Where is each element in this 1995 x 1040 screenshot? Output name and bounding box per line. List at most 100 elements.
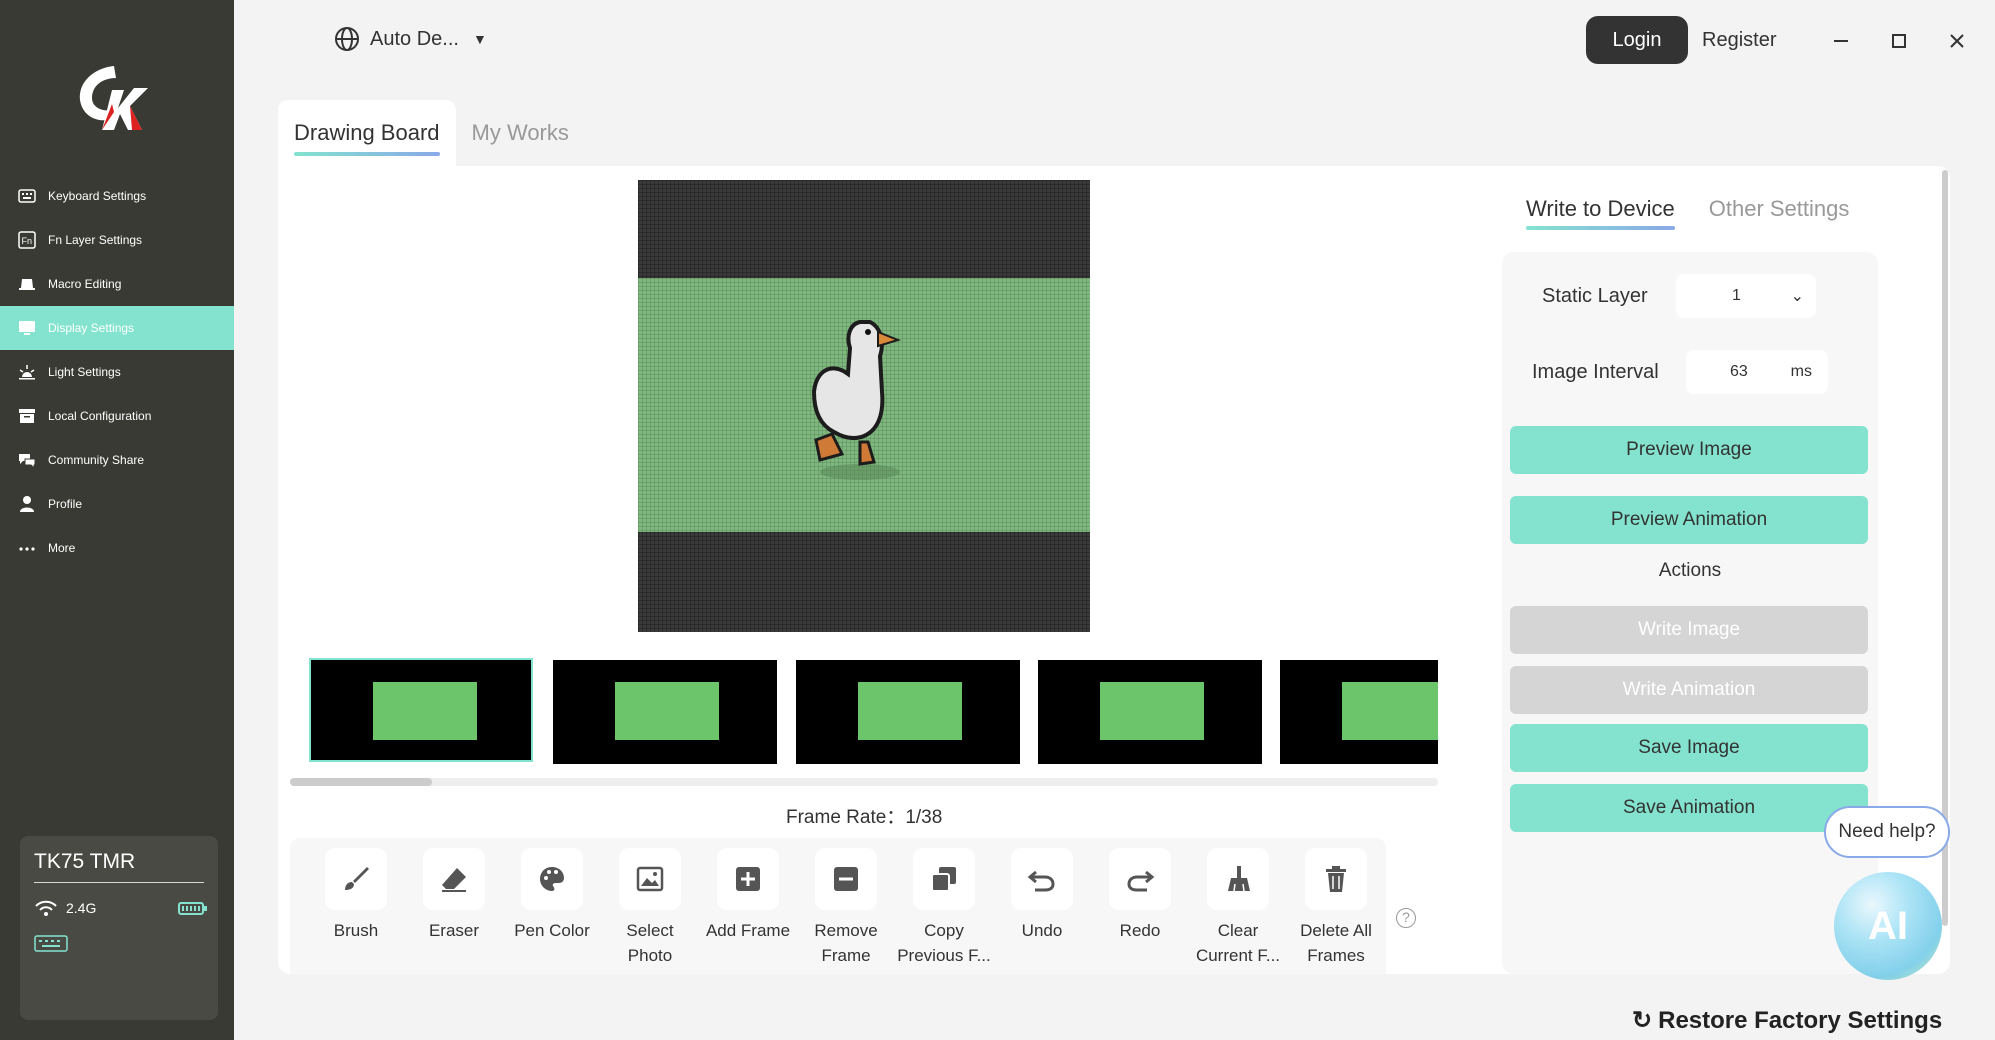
eraser-icon [442,868,466,892]
copy-icon [931,867,956,892]
svg-text:Fn: Fn [22,236,33,246]
brush-tool-button[interactable]: Brush [308,848,404,974]
frame-preview [373,682,477,740]
tab-drawing-board[interactable]: Drawing Board [278,100,456,166]
sidebar-item-label: Keyboard Settings [48,189,147,203]
redo-icon [1127,870,1155,892]
undo-button[interactable]: Undo [994,848,1090,974]
sidebar-item-label: Macro Editing [48,277,122,291]
brush-icon [345,867,369,890]
eraser-tool-button[interactable]: Eraser [406,848,502,974]
ai-assistant-button[interactable]: AI [1834,872,1942,980]
sidebar-item-community-share[interactable]: Community Share [0,438,234,482]
scrollbar-thumb[interactable] [290,778,432,786]
frame-strip-scrollbar[interactable] [290,778,1438,786]
right-tabs: Write to Device Other Settings [1526,196,1883,230]
write-animation-button[interactable]: Write Animation [1510,666,1868,714]
frame-thumbnail[interactable] [796,660,1020,764]
frame-rate-label: Frame Rate： [786,807,906,828]
battery-icon [178,901,207,915]
sidebar-item-local-configuration[interactable]: Local Configuration [0,394,234,438]
tool-label: Remove Frame [814,921,878,965]
frame-thumbnail[interactable] [1280,660,1438,764]
sidebar-item-display-settings[interactable]: Display Settings [0,306,234,350]
select-photo-button[interactable]: Select Photo [602,848,698,974]
tab-write-to-device[interactable]: Write to Device [1526,196,1675,230]
preview-animation-button[interactable]: Preview Animation [1510,496,1868,544]
tool-label: Delete All Frames [1300,921,1372,965]
question-icon[interactable]: ? [1396,908,1416,928]
restore-factory-settings-button[interactable]: ↻ Restore Factory Settings [1632,1006,1942,1035]
delete-all-frames-button[interactable]: Delete All Frames [1288,848,1384,974]
archive-icon [18,407,36,425]
frame-preview [615,682,719,740]
tool-label: Redo [1119,921,1161,940]
chevron-down-icon: ⌄ [1790,288,1804,305]
static-layer-select[interactable]: 1 ⌄ [1676,274,1816,318]
sidebar-item-more[interactable]: More [0,526,234,570]
add-frame-button[interactable]: Add Frame [700,848,796,974]
goose-pixel-art [811,320,902,480]
sidebar-item-keyboard-settings[interactable]: Keyboard Settings [0,174,234,218]
frame-preview [858,682,962,740]
register-button[interactable]: Register [1702,16,1776,64]
frame-thumbnail[interactable] [309,658,533,762]
image-interval-value: 63 [1730,363,1748,380]
sidebar-item-label: Fn Layer Settings [48,233,143,247]
image-interval-input[interactable]: 63 ms [1686,350,1828,394]
language-selector[interactable]: Auto De... ▼ [334,26,487,52]
preview-image-button[interactable]: Preview Image [1510,426,1868,474]
refresh-icon: ↻ [1632,1007,1653,1034]
write-image-button[interactable]: Write Image [1510,606,1868,654]
undo-icon [1027,870,1055,892]
save-animation-button[interactable]: Save Animation [1510,784,1868,832]
panel-scrollbar[interactable] [1942,170,1948,926]
image-icon [636,866,664,892]
tab-other-settings[interactable]: Other Settings [1709,196,1850,230]
sidebar-item-light-settings[interactable]: Light Settings [0,350,234,394]
connection-label: 2.4G [66,900,97,916]
restore-label: Restore Factory Settings [1658,1006,1943,1034]
more-icon [18,539,36,557]
sidebar-item-fn-layer-settings[interactable]: Fn Fn Layer Settings [0,218,234,262]
frame-preview [1342,682,1438,740]
drawing-toolbar: Brush Eraser Pen Color Select Photo Add … [290,838,1386,974]
sidebar: Keyboard Settings Fn Fn Layer Settings M… [0,0,234,1040]
clear-current-frame-button[interactable]: Clear Current F... [1190,848,1286,974]
tool-label: Undo [1021,921,1063,940]
user-icon [18,495,36,513]
frame-thumbnail[interactable] [553,660,777,764]
save-image-button[interactable]: Save Image [1510,724,1868,772]
tool-label: Eraser [428,921,480,940]
minus-icon [834,867,858,891]
tool-label: Clear Current F... [1195,921,1281,965]
trash-icon [1326,866,1346,892]
frame-rate: Frame Rate：1/38 [786,802,942,829]
wifi-icon [35,900,57,916]
macro-icon [18,275,36,293]
keyboard-icon [18,187,36,205]
maximize-icon[interactable] [1884,26,1914,56]
drawing-canvas[interactable] [638,180,1090,632]
caret-down-icon: ▼ [472,31,487,47]
remove-frame-button[interactable]: Remove Frame [798,848,894,974]
device-name: TK75 TMR [34,850,204,883]
frame-rate-value: 1/38 [905,807,943,828]
minimize-icon[interactable] [1826,26,1856,56]
app-window: Keyboard Settings Fn Fn Layer Settings M… [0,0,1995,1040]
sidebar-item-macro-editing[interactable]: Macro Editing [0,262,234,306]
chat-icon [18,451,36,469]
static-layer-value: 1 [1732,287,1741,304]
device-connection: 2.4G [34,899,207,917]
tab-my-works[interactable]: My Works [456,100,585,166]
frame-thumbnail[interactable] [1038,660,1262,764]
copy-previous-frame-button[interactable]: Copy Previous F... [896,848,992,974]
plus-icon [736,867,760,891]
close-icon[interactable] [1942,26,1972,56]
login-button[interactable]: Login [1586,16,1688,64]
pen-color-button[interactable]: Pen Color [504,848,600,974]
sidebar-item-profile[interactable]: Profile [0,482,234,526]
image-interval-unit: ms [1790,363,1812,380]
need-help-bubble[interactable]: Need help? [1824,806,1950,858]
redo-button[interactable]: Redo [1092,848,1188,974]
